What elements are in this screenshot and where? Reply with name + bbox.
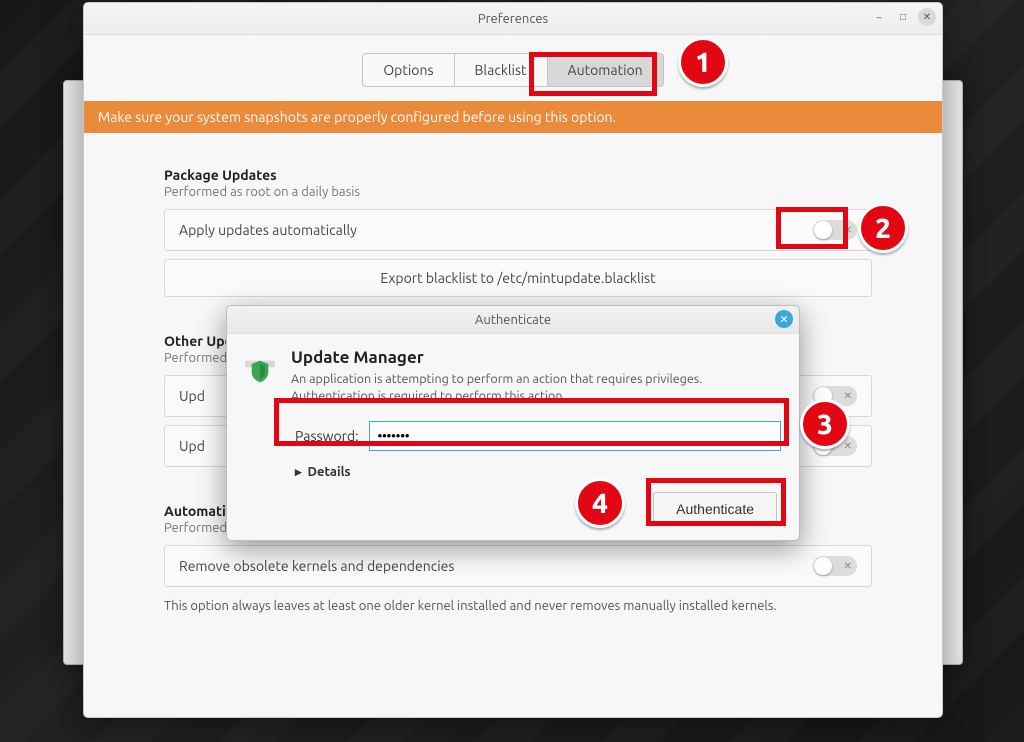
remove-kernels-toggle[interactable]: ✕: [813, 556, 857, 576]
apply-updates-toggle[interactable]: ✕: [813, 220, 857, 240]
annotation-badge-2: 2: [858, 203, 908, 253]
details-toggle[interactable]: ▸ Details: [295, 465, 781, 480]
chevron-right-icon: ▸: [295, 465, 302, 480]
password-label: Password:: [295, 428, 359, 444]
password-input[interactable]: [369, 421, 781, 451]
annotation-badge-3: 3: [800, 399, 850, 449]
apply-updates-label: Apply updates automatically: [179, 222, 357, 238]
tab-automation[interactable]: Automation: [547, 53, 664, 87]
apply-updates-row: Apply updates automatically ✕: [164, 209, 872, 251]
export-blacklist-label: Export blacklist to /etc/mintupdate.blac…: [380, 270, 655, 286]
toggle-off-icon: ✕: [844, 440, 852, 452]
auth-heading: Update Manager: [291, 348, 761, 367]
password-row: Password:: [295, 421, 781, 451]
toggle-off-icon: ✕: [844, 560, 852, 572]
minimize-button[interactable]: –: [870, 8, 888, 26]
auth-close-button[interactable]: ✕: [775, 310, 793, 328]
auth-title: Authenticate: [475, 313, 551, 327]
export-blacklist-button[interactable]: Export blacklist to /etc/mintupdate.blac…: [164, 259, 872, 297]
toggle-off-icon: ✕: [844, 390, 852, 402]
details-label: Details: [308, 465, 351, 479]
toggle-knob: [814, 221, 832, 239]
toggle-knob: [814, 557, 832, 575]
titlebar: Preferences – □ ✕: [84, 3, 942, 35]
toggle-off-icon: ✕: [844, 224, 852, 236]
auth-actions: Cancel Authenticate: [239, 492, 781, 526]
auth-titlebar: Authenticate ✕: [227, 306, 799, 334]
tab-blacklist[interactable]: Blacklist: [454, 53, 548, 87]
annotation-badge-4: 4: [575, 478, 625, 528]
remove-kernels-row: Remove obsolete kernels and dependencies…: [164, 545, 872, 587]
authenticate-dialog: Authenticate ✕ Update Manager An applica…: [226, 305, 800, 541]
shield-icon: [239, 348, 281, 390]
window-title: Preferences: [478, 12, 548, 26]
kernel-note: This option always leaves at least one o…: [164, 599, 872, 613]
tab-options[interactable]: Options: [362, 53, 454, 87]
auth-header-row: Update Manager An application is attempt…: [239, 348, 781, 415]
close-button[interactable]: ✕: [918, 8, 936, 26]
other-update-1-label: Upd: [179, 388, 205, 404]
auth-body: Update Manager An application is attempt…: [227, 334, 799, 540]
maximize-button[interactable]: □: [894, 8, 912, 26]
annotation-badge-1: 1: [678, 37, 728, 87]
other-update-2-label: Upd: [179, 438, 205, 454]
package-updates-subtitle: Performed as root on a daily basis: [164, 185, 872, 199]
authenticate-button[interactable]: Authenticate: [653, 492, 777, 526]
package-updates-title: Package Updates: [164, 167, 872, 183]
tab-bar: Options Blacklist Automation: [84, 35, 942, 101]
auth-description: An application is attempting to perform …: [291, 371, 761, 405]
window-controls: – □ ✕: [870, 8, 936, 26]
warning-banner: Make sure your system snapshots are prop…: [84, 101, 942, 133]
remove-kernels-label: Remove obsolete kernels and dependencies: [179, 558, 454, 574]
